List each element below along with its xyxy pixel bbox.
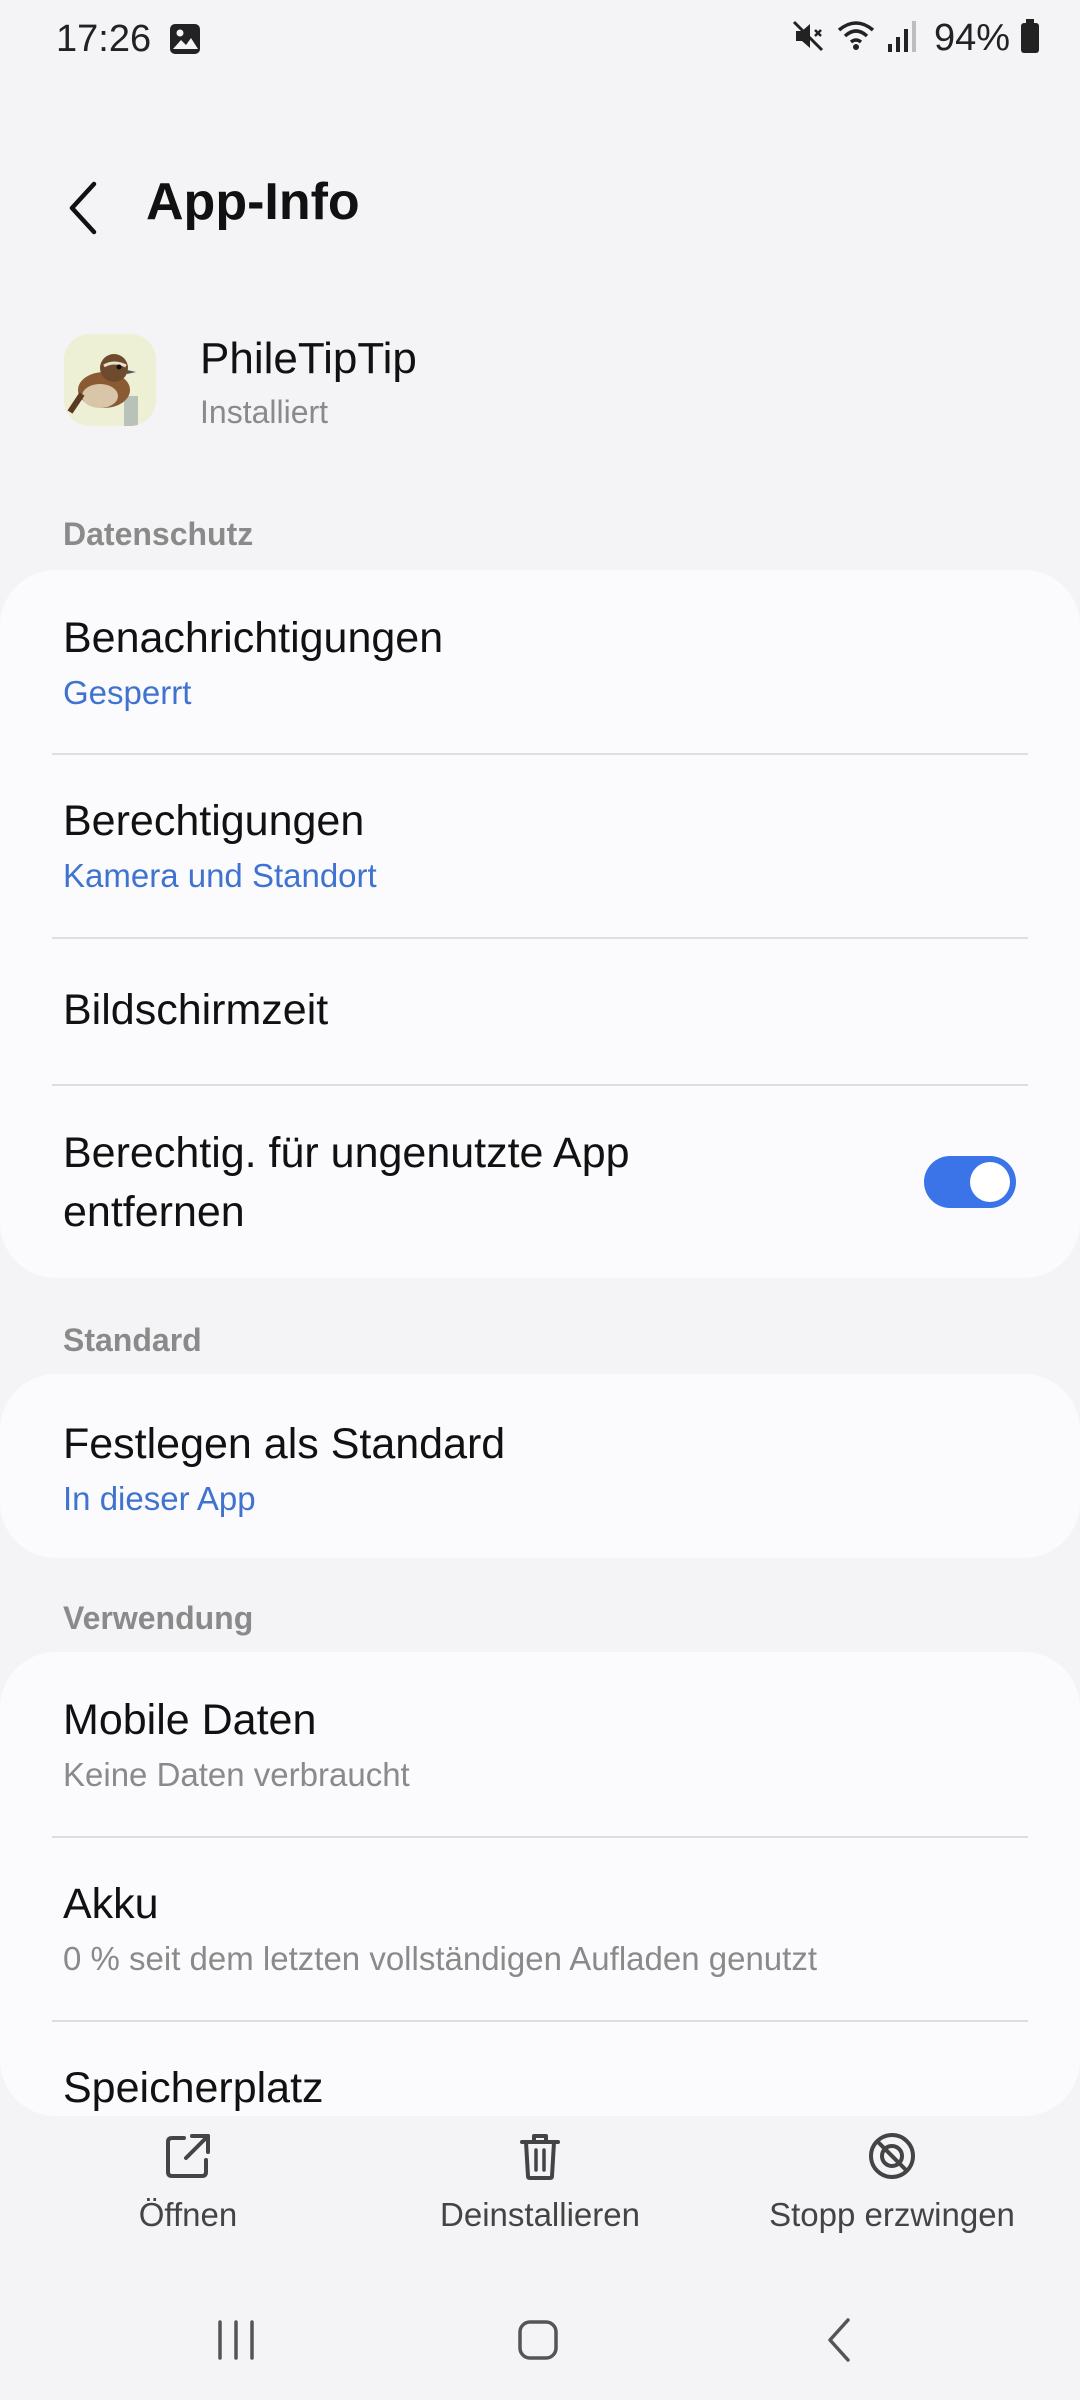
permissions-status: Kamera und Standort (63, 857, 377, 894)
battery-usage-status: 0 % seit dem letzten vollständigen Aufla… (63, 1940, 817, 1977)
open-external-icon (166, 2134, 210, 2178)
storage-item[interactable]: Speicherplatz (0, 2022, 1080, 2116)
remove-permissions-title-line1: Berechtig. für ungenutzte App (63, 1129, 630, 1177)
mobile-data-title: Mobile Daten (63, 1696, 317, 1744)
set-default-item[interactable]: Festlegen als Standard In dieser App (0, 1374, 1080, 1558)
status-time: 17:26 (56, 18, 152, 60)
permissions-title: Berechtigungen (63, 797, 365, 845)
open-button[interactable]: Öffnen (38, 2130, 338, 2234)
stop-icon (869, 2133, 915, 2179)
privacy-card: Benachrichtigungen Gesperrt Berechtigung… (0, 570, 1080, 1278)
battery-percent: 94% (933, 16, 1010, 59)
force-stop-label: Stopp erzwingen (769, 2196, 1015, 2233)
section-header-usage: Verwendung (63, 1600, 254, 1636)
wifi-icon (836, 18, 876, 59)
app-install-status: Installiert (200, 394, 329, 430)
trash-icon (520, 2134, 560, 2180)
force-stop-button[interactable]: Stopp erzwingen (742, 2130, 1042, 2234)
default-card: Festlegen als Standard In dieser App (0, 1374, 1080, 1558)
storage-title: Speicherplatz (63, 2064, 324, 2112)
remove-permissions-title-line2: entfernen (63, 1188, 245, 1236)
app-name: PhileTipTip (200, 334, 417, 383)
battery-item[interactable]: Akku 0 % seit dem letzten vollständigen … (0, 1838, 1080, 2020)
set-default-status: In dieser App (63, 1480, 256, 1517)
home-button[interactable] (506, 2310, 570, 2370)
set-default-title: Festlegen als Standard (63, 1420, 506, 1468)
mute-icon (790, 18, 826, 59)
notifications-status: Gesperrt (63, 674, 192, 711)
screen-time-title: Bildschirmzeit (63, 986, 329, 1034)
section-header-default: Standard (63, 1322, 202, 1358)
back-button[interactable] (54, 170, 114, 246)
recent-apps-icon (218, 2320, 254, 2360)
page-title: App-Info (146, 173, 360, 231)
chevron-left-icon (69, 181, 97, 235)
open-label: Öffnen (138, 2196, 238, 2233)
remove-permissions-item[interactable]: Berechtig. für ungenutzte App entfernen (0, 1086, 1080, 1278)
toggle-knob (970, 1162, 1010, 1202)
usage-card: Mobile Daten Keine Daten verbraucht Akku… (0, 1652, 1080, 2116)
signal-icon (886, 18, 918, 59)
home-icon (518, 2320, 558, 2360)
remove-permissions-title: Berechtig. für ungenutzte App entfernen (63, 1124, 630, 1242)
nav-back-icon (828, 2318, 850, 2362)
notifications-item[interactable]: Benachrichtigungen Gesperrt (0, 570, 1080, 754)
uninstall-button[interactable]: Deinstallieren (390, 2130, 690, 2234)
recent-apps-button[interactable] (204, 2310, 268, 2370)
mobile-data-status: Keine Daten verbraucht (63, 1756, 410, 1793)
uninstall-label: Deinstallieren (440, 2196, 640, 2233)
battery-title: Akku (63, 1880, 159, 1928)
app-icon (64, 334, 156, 426)
screen-time-item[interactable]: Bildschirmzeit (0, 939, 1080, 1084)
mobile-data-item[interactable]: Mobile Daten Keine Daten verbraucht (0, 1652, 1080, 1836)
image-icon (168, 22, 202, 56)
status-icons: 94% (790, 16, 1040, 60)
notifications-title: Benachrichtigungen (63, 614, 444, 662)
remove-permissions-toggle[interactable] (924, 1156, 1016, 1208)
section-header-privacy: Datenschutz (63, 516, 254, 552)
battery-icon (1020, 18, 1040, 59)
permissions-item[interactable]: Berechtigungen Kamera und Standort (0, 755, 1080, 938)
nav-back-button[interactable] (808, 2310, 872, 2370)
